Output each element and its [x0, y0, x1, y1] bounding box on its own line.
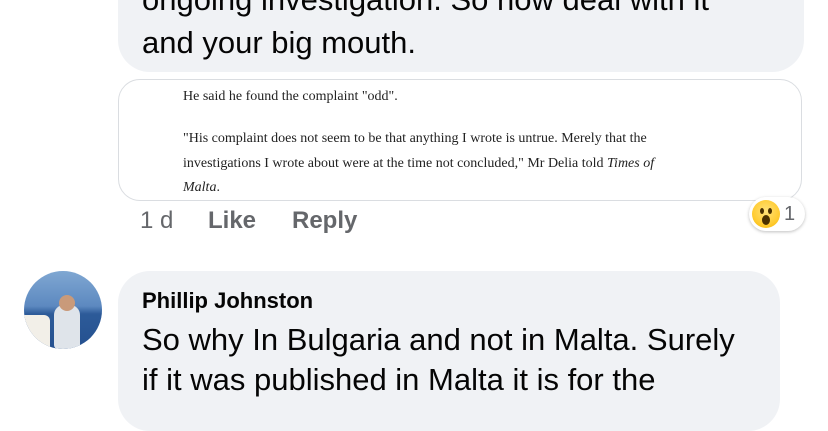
comment-actions: 1 d Like Reply: [140, 207, 357, 235]
embed-text: .: [216, 180, 220, 195]
embed-publication-name: Malta: [183, 180, 217, 195]
comment-timestamp[interactable]: 1 d: [140, 207, 208, 235]
comment-author-name[interactable]: Phillip Johnston: [142, 288, 313, 314]
reaction-count: 1: [784, 202, 796, 225]
embed-paragraph: Malta.: [183, 177, 220, 199]
comment-text-line: ongoing investigation. So now deal with …: [142, 0, 709, 18]
embed-text: investigations I wrote about were at the…: [183, 156, 608, 171]
like-button[interactable]: Like: [208, 207, 292, 235]
quoted-article-embed[interactable]: He said he found the complaint "odd". "H…: [118, 79, 802, 201]
embed-publication-name: Times of: [607, 156, 655, 171]
comment-text-line: if it was published in Malta it is for t…: [142, 362, 656, 397]
comment-text-line: and your big mouth.: [142, 25, 417, 60]
wow-reaction-icon: [752, 200, 780, 228]
reply-button[interactable]: Reply: [292, 207, 357, 235]
embed-paragraph: He said he found the complaint "odd".: [183, 89, 398, 104]
embed-paragraph: "His complaint does not seem to be that …: [183, 131, 647, 146]
avatar[interactable]: [24, 271, 102, 349]
reaction-summary[interactable]: 1: [749, 197, 805, 231]
comment-text-line: So why In Bulgaria and not in Malta. Sur…: [142, 322, 735, 357]
embed-paragraph: investigations I wrote about were at the…: [183, 153, 654, 175]
